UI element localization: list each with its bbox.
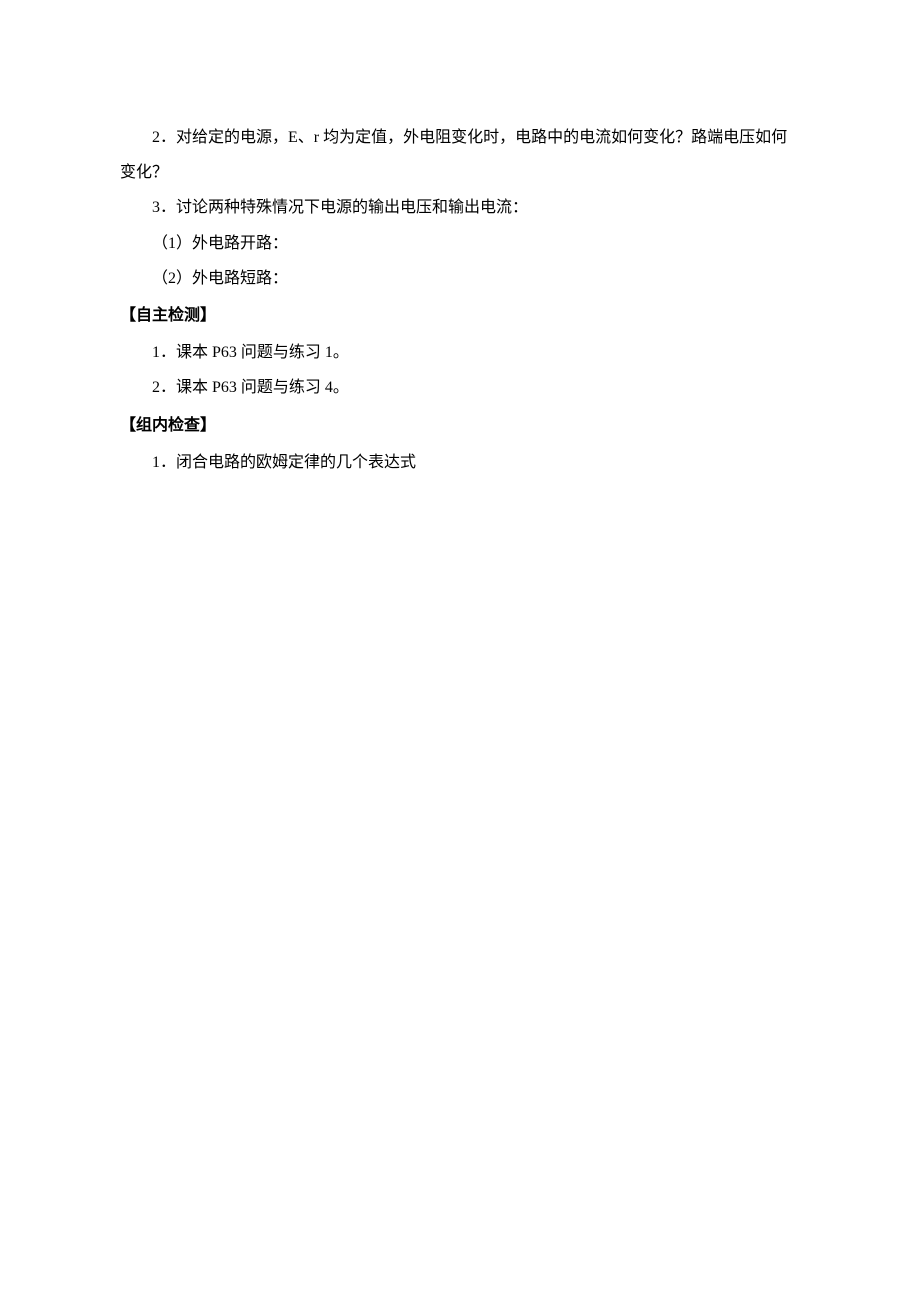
group-check-item-1: 1．闭合电路的欧姆定律的几个表达式 [120, 445, 800, 480]
heading-self-check: 【自主检测】 [120, 298, 800, 333]
question-3: 3．讨论两种特殊情况下电源的输出电压和输出电流： [120, 190, 800, 225]
question-3-sub2: （2）外电路短路： [120, 261, 800, 296]
self-check-item-2: 2．课本 P63 问题与练习 4。 [120, 370, 800, 405]
question-2: 2．对给定的电源，E、r 均为定值，外电阻变化时，电路中的电流如何变化？路端电压… [120, 120, 800, 190]
question-3-sub1: （1）外电路开路： [120, 226, 800, 261]
self-check-item-1: 1．课本 P63 问题与练习 1。 [120, 335, 800, 370]
heading-group-check: 【组内检查】 [120, 408, 800, 443]
